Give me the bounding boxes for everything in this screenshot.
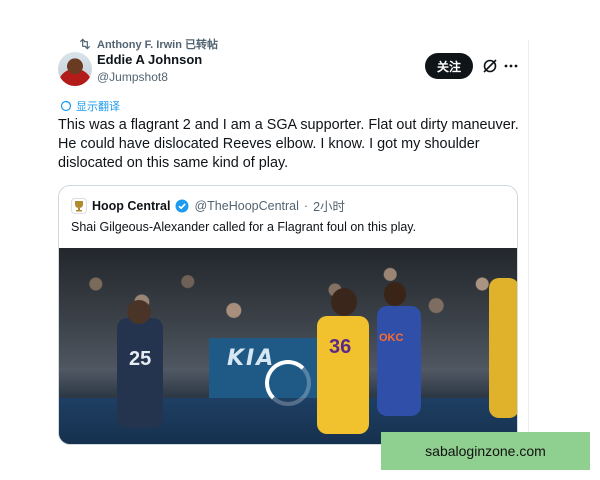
tweet-text: This was a flagrant 2 and I am a SGA sup… (58, 116, 528, 173)
quote-timestamp[interactable]: 2小时 (313, 196, 345, 215)
retweet-icon (79, 38, 91, 50)
video-player[interactable]: KIA 25 36 OKC (59, 248, 517, 444)
verified-badge-icon (175, 199, 189, 212)
player-lakers-edge (489, 278, 517, 418)
author-handle[interactable]: @Jumpshot8 (97, 70, 168, 84)
player-lakers (317, 316, 369, 434)
meta-separator: · (303, 198, 309, 213)
page-divider (528, 40, 529, 460)
tweet-line: He could have dislocated Reeves elbow. I… (58, 136, 480, 152)
repost-text: Anthony F. Irwin 已转帖 (97, 39, 218, 51)
hoop-central-avatar[interactable] (71, 197, 87, 214)
author-avatar[interactable] (58, 52, 92, 86)
quote-text: Shai Gilgeous-Alexander called for a Fla… (71, 220, 417, 234)
repost-indicator[interactable]: Anthony F. Irwin 已转帖 (78, 36, 218, 52)
jersey-team: OKC (379, 332, 404, 344)
trophy-icon (75, 200, 83, 211)
more-icon[interactable] (503, 58, 519, 74)
jersey-number: 25 (129, 348, 152, 370)
player-head (331, 288, 357, 316)
watermark-banner: sabaloginzone.com (381, 432, 590, 470)
quote-author-handle[interactable]: @TheHoopCentral (194, 199, 298, 213)
quoted-tweet[interactable]: Hoop Central @TheHoopCentral · 2小时 Shai … (58, 185, 518, 445)
tweet-line: dislocated on this same kind of play. (58, 155, 289, 171)
kia-logo: KIA (227, 346, 276, 371)
tweet-line: This was a flagrant 2 and I am a SGA sup… (58, 117, 519, 133)
player-head (384, 282, 406, 306)
player-head (127, 300, 151, 324)
translate-label: 显示翻译 (76, 101, 120, 113)
grok-icon[interactable] (482, 58, 498, 74)
quote-header: Hoop Central @TheHoopCentral · 2小时 (71, 196, 345, 215)
loading-spinner-icon (265, 360, 311, 406)
jersey-number: 36 (329, 336, 352, 358)
player-mavericks (117, 318, 163, 428)
translate-icon (60, 100, 72, 112)
author-name[interactable]: Eddie A Johnson (97, 52, 202, 67)
quote-author-name[interactable]: Hoop Central (92, 199, 170, 213)
follow-button[interactable]: 关注 (425, 53, 473, 79)
show-translation-link[interactable]: 显示翻译 (60, 98, 120, 114)
player-thunder (377, 306, 421, 416)
